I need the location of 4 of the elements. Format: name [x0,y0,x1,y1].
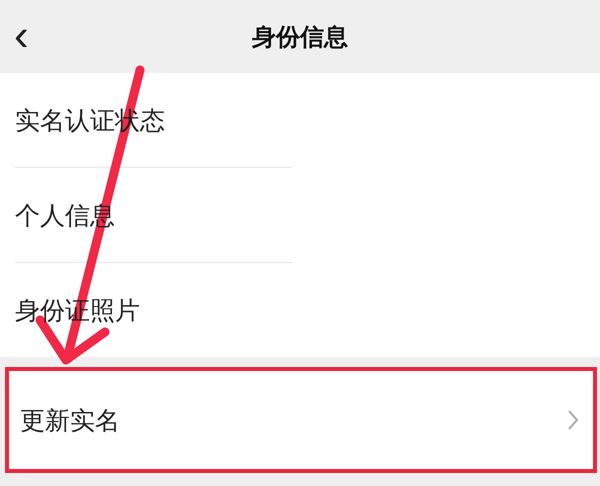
back-button[interactable]: ‹ [8,14,35,58]
page-title: 身份信息 [252,22,348,52]
chevron-right-icon [567,409,579,431]
update-name-row[interactable]: 更新实名 [5,367,597,473]
